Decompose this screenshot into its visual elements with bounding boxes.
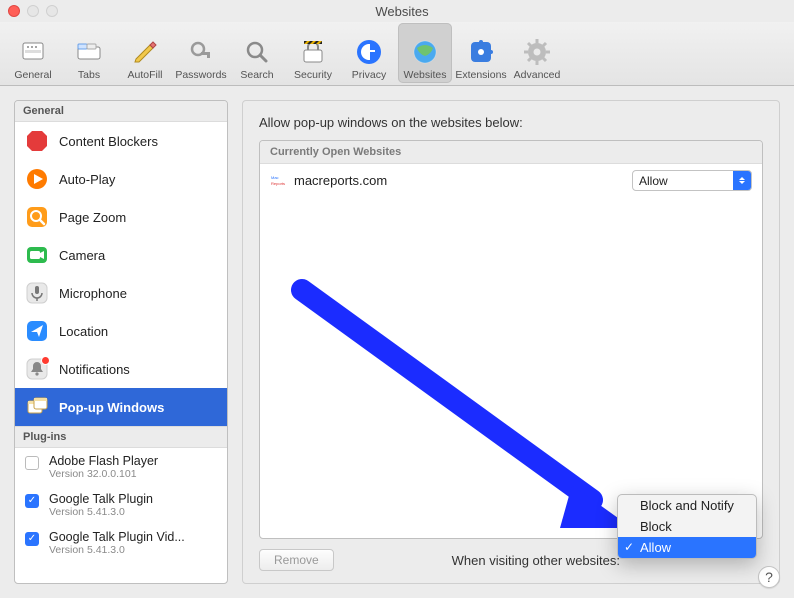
toolbar-label: Privacy [352,69,386,81]
toolbar-label: Tabs [78,69,100,81]
sidebar-section-plugins: Plug-ins [15,426,227,448]
sidebar-item-label: Auto-Play [59,172,115,187]
plugin-version: Version 5.41.3.0 [49,506,153,518]
sidebar-item-label: Camera [59,248,105,263]
sidebar-item-label: Pop-up Windows [59,400,164,415]
dropdown-option-block-notify[interactable]: Block and Notify [618,495,756,516]
sidebar-item-notifications[interactable]: Notifications [15,350,227,388]
sidebar-item-camera[interactable]: Camera [15,236,227,274]
svg-text:Reports: Reports [271,181,285,186]
sidebar-item-content-blockers[interactable]: Content Blockers [15,122,227,160]
category-sidebar: General Content Blockers Auto-Play Page … [14,100,228,584]
sidebar-item-page-zoom[interactable]: Page Zoom [15,198,227,236]
tabs-icon [73,36,105,68]
general-icon [17,36,49,68]
website-host: macreports.com [294,173,624,188]
sidebar-item-location[interactable]: Location [15,312,227,350]
website-permission-select[interactable]: Allow [632,170,752,191]
toolbar-label: Security [294,69,332,81]
advanced-icon [521,36,553,68]
passwords-icon [185,36,217,68]
toolbar-label: General [14,69,51,81]
toolbar-autofill[interactable]: AutoFill [118,23,172,83]
popup-windows-icon [25,395,49,419]
websites-icon [409,36,441,68]
toolbar-label: Extensions [455,69,506,81]
extensions-icon [465,36,497,68]
svg-text:Mac: Mac [271,175,279,180]
plugin-name: Adobe Flash Player [49,454,158,468]
plugin-name: Google Talk Plugin Vid... [49,530,185,544]
notification-badge [41,356,50,365]
privacy-icon [353,36,385,68]
toolbar-security[interactable]: Security [286,23,340,83]
settings-panel: Allow pop-up windows on the websites bel… [242,100,780,584]
notifications-icon [25,357,49,381]
autofill-icon [129,36,161,68]
sidebar-item-label: Microphone [59,286,127,301]
sidebar-item-label: Notifications [59,362,130,377]
dropdown-option-allow[interactable]: Allow [618,537,756,558]
remove-button[interactable]: Remove [259,549,334,571]
plugin-version: Version 32.0.0.101 [49,468,158,480]
plugin-row[interactable]: Google Talk Plugin Vid... Version 5.41.3… [15,524,227,562]
plugin-checkbox[interactable] [25,532,39,546]
stop-icon [25,129,49,153]
toolbar-websites[interactable]: Websites [398,23,452,83]
favicon-icon: MacReports [270,173,286,189]
toolbar-label: AutoFill [127,69,162,81]
sidebar-item-popup-windows[interactable]: Pop-up Windows [15,388,227,426]
toolbar-label: Passwords [175,69,226,81]
plugin-checkbox[interactable] [25,494,39,508]
titlebar: Websites [0,0,794,22]
default-policy-label: When visiting other websites: [452,553,620,568]
toolbar-search[interactable]: Search [230,23,284,83]
main-content: General Content Blockers Auto-Play Page … [0,86,794,598]
play-icon [25,167,49,191]
list-section-header: Currently Open Websites [260,141,762,164]
toolbar-label: Search [240,69,273,81]
toolbar-passwords[interactable]: Passwords [174,23,228,83]
toolbar-extensions[interactable]: Extensions [454,23,508,83]
sidebar-item-auto-play[interactable]: Auto-Play [15,160,227,198]
websites-list: Currently Open Websites MacReports macre… [259,140,763,539]
camera-icon [25,243,49,267]
sidebar-item-label: Page Zoom [59,210,126,225]
search-icon [241,36,273,68]
toolbar-label: Advanced [514,69,561,81]
plugin-name: Google Talk Plugin [49,492,153,506]
toolbar-privacy[interactable]: Privacy [342,23,396,83]
plugin-version: Version 5.41.3.0 [49,544,185,556]
select-value: Allow [639,174,668,188]
plugin-row[interactable]: Google Talk Plugin Version 5.41.3.0 [15,486,227,524]
plugin-row[interactable]: Adobe Flash Player Version 32.0.0.101 [15,448,227,486]
window-title: Websites [18,4,786,19]
toolbar-general[interactable]: General [6,23,60,83]
microphone-icon [25,281,49,305]
sidebar-item-microphone[interactable]: Microphone [15,274,227,312]
toolbar-tabs[interactable]: Tabs [62,23,116,83]
sidebar-item-label: Location [59,324,108,339]
toolbar-advanced[interactable]: Advanced [510,23,564,83]
help-button[interactable]: ? [758,566,780,588]
preferences-toolbar: General Tabs AutoFill Passwords Search S… [0,22,794,86]
toolbar-label: Websites [404,69,447,81]
location-icon [25,319,49,343]
website-row[interactable]: MacReports macreports.com Allow [260,164,762,197]
plugin-checkbox[interactable] [25,456,39,470]
zoom-icon [25,205,49,229]
security-icon [297,36,329,68]
select-stepper-icon [733,171,751,190]
default-policy-dropdown[interactable]: Block and Notify Block Allow [617,494,757,559]
dropdown-option-block[interactable]: Block [618,516,756,537]
panel-heading: Allow pop-up windows on the websites bel… [259,115,763,130]
sidebar-item-label: Content Blockers [59,134,158,149]
sidebar-section-general: General [15,101,227,122]
